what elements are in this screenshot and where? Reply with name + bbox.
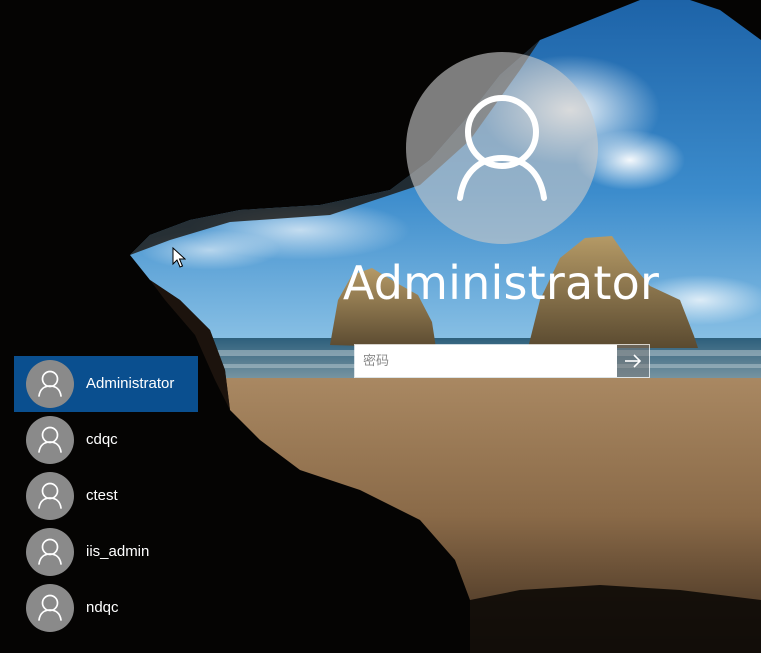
- user-silhouette-icon: [38, 482, 62, 509]
- avatar: [26, 472, 74, 520]
- selected-username: Administrator: [342, 256, 660, 310]
- user-list: Administrator cdqc ctest iis_admin ndqc: [14, 356, 198, 636]
- user-item-ndqc[interactable]: ndqc: [14, 580, 198, 636]
- user-name: ctest: [86, 487, 118, 504]
- mouse-pointer-icon: [172, 247, 186, 268]
- user-silhouette-icon: [38, 426, 62, 453]
- user-item-administrator[interactable]: Administrator: [14, 356, 198, 412]
- password-input[interactable]: [355, 345, 617, 377]
- avatar: [26, 584, 74, 632]
- user-name: cdqc: [86, 431, 118, 448]
- user-silhouette-icon: [38, 370, 62, 397]
- user-silhouette-icon: [38, 538, 62, 565]
- user-name: Administrator: [86, 375, 175, 392]
- lock-screen: Administrator Administrator cdqc ctest i…: [0, 0, 761, 653]
- user-name: iis_admin: [86, 543, 150, 560]
- user-silhouette-icon: [38, 594, 62, 621]
- user-avatar-large: [406, 52, 598, 244]
- arrow-right-icon: [625, 354, 642, 368]
- user-silhouette-icon: [457, 95, 547, 201]
- user-item-ctest[interactable]: ctest: [14, 468, 198, 524]
- password-box: [354, 344, 650, 378]
- avatar: [26, 360, 74, 408]
- submit-button[interactable]: [617, 345, 649, 377]
- user-item-cdqc[interactable]: cdqc: [14, 412, 198, 468]
- user-item-iis-admin[interactable]: iis_admin: [14, 524, 198, 580]
- avatar: [26, 416, 74, 464]
- user-name: ndqc: [86, 599, 119, 616]
- avatar: [26, 528, 74, 576]
